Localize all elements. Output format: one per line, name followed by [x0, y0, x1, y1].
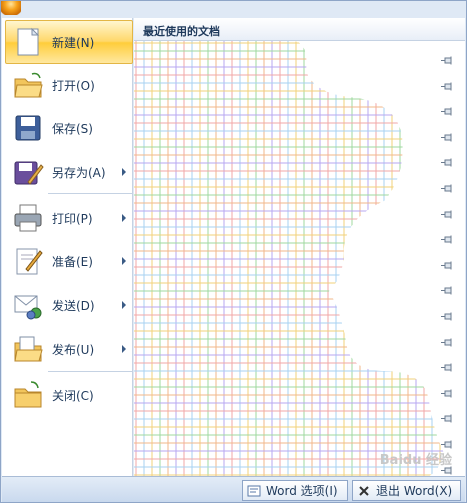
menu-item-label: 打开(O) — [52, 78, 95, 93]
menu-item-open-folder[interactable]: 打开(O) — [6, 64, 132, 106]
menu-item-label: 准备(E) — [52, 254, 93, 269]
pin-icon[interactable] — [441, 133, 454, 142]
open-folder-icon — [14, 72, 43, 98]
menu-separator — [48, 193, 132, 194]
office-button[interactable] — [1, 1, 21, 15]
menu-item-label: 新建(N) — [52, 35, 95, 50]
office-menu-command-list: 新建(N) 打开(O) 保存(S) 另存为(A) 打印(P) 准备(E) 发送(D) 发布(U… — [2, 18, 133, 476]
pin-icon[interactable] — [441, 210, 454, 219]
menu-item-publish[interactable]: 发布(U) — [6, 328, 132, 370]
prepare-icon — [16, 248, 43, 275]
menu-item-print[interactable]: 打印(P) — [6, 197, 132, 239]
menu-item-label: 保存(S) — [52, 121, 93, 136]
menu-item-label: 打印(P) — [52, 211, 93, 226]
pin-icon[interactable] — [441, 235, 454, 244]
recent-documents-list — [134, 41, 444, 476]
submenu-arrow-icon — [122, 168, 126, 176]
exit-word-label: 退出 Word(X) — [376, 484, 453, 498]
submenu-arrow-icon — [122, 345, 126, 353]
word-options-label: Word 选项(I) — [266, 484, 338, 498]
pin-icon[interactable] — [441, 389, 454, 398]
menu-item-save[interactable]: 保存(S) — [6, 107, 132, 149]
exit-word-button[interactable]: 退出 Word(X) — [352, 480, 461, 501]
pin-icon[interactable] — [441, 261, 454, 270]
watermark: Baidu 经验 — [379, 453, 452, 468]
save-as-icon — [14, 161, 44, 185]
options-icon — [247, 485, 261, 496]
recent-documents-header: 最近使用的文档 — [134, 18, 465, 41]
pin-icon[interactable] — [441, 414, 454, 423]
pin-icon[interactable] — [441, 56, 454, 65]
word-options-button[interactable]: Word 选项(I) — [242, 480, 348, 501]
pin-icon[interactable] — [441, 158, 454, 167]
close-folder-icon — [14, 381, 42, 408]
pin-icon[interactable] — [441, 107, 454, 116]
menu-item-new-document[interactable]: 新建(N) — [5, 20, 133, 64]
pin-icon[interactable] — [441, 363, 454, 372]
menu-item-label: 发布(U) — [52, 342, 95, 357]
pin-icon[interactable] — [441, 184, 454, 193]
pin-icon[interactable] — [441, 82, 454, 91]
menu-item-close-folder[interactable]: 关闭(C) — [6, 374, 132, 416]
menu-separator — [48, 371, 132, 372]
pin-icon[interactable] — [441, 440, 454, 449]
office-menu-window: 新建(N) 打开(O) 保存(S) 另存为(A) 打印(P) 准备(E) 发送(D) 发布(U… — [0, 0, 467, 503]
new-document-icon — [17, 27, 40, 56]
submenu-arrow-icon — [122, 257, 126, 265]
submenu-arrow-icon — [122, 214, 126, 222]
exit-icon — [359, 485, 369, 496]
recent-documents-panel: 最近使用的文档 — [134, 18, 465, 500]
menu-item-label: 另存为(A) — [52, 165, 106, 180]
pin-icon[interactable] — [441, 312, 454, 321]
pin-icon[interactable] — [441, 286, 454, 295]
menu-item-save-as[interactable]: 另存为(A) — [6, 151, 132, 193]
save-icon — [15, 115, 41, 141]
pin-icon[interactable] — [441, 338, 454, 347]
recent-documents-title: 最近使用的文档 — [143, 25, 220, 38]
menu-item-prepare[interactable]: 准备(E) — [6, 240, 132, 282]
print-icon — [14, 204, 42, 232]
send-icon — [14, 295, 42, 320]
menu-item-label: 发送(D) — [52, 298, 95, 313]
menu-item-label: 关闭(C) — [52, 388, 94, 403]
bottom-button-bar: Word 选项(I) 退出 Word(X) — [2, 476, 465, 502]
menu-item-send[interactable]: 发送(D) — [6, 284, 132, 326]
document-grid-pattern — [134, 41, 444, 476]
publish-icon — [14, 336, 43, 362]
submenu-arrow-icon — [122, 301, 126, 309]
